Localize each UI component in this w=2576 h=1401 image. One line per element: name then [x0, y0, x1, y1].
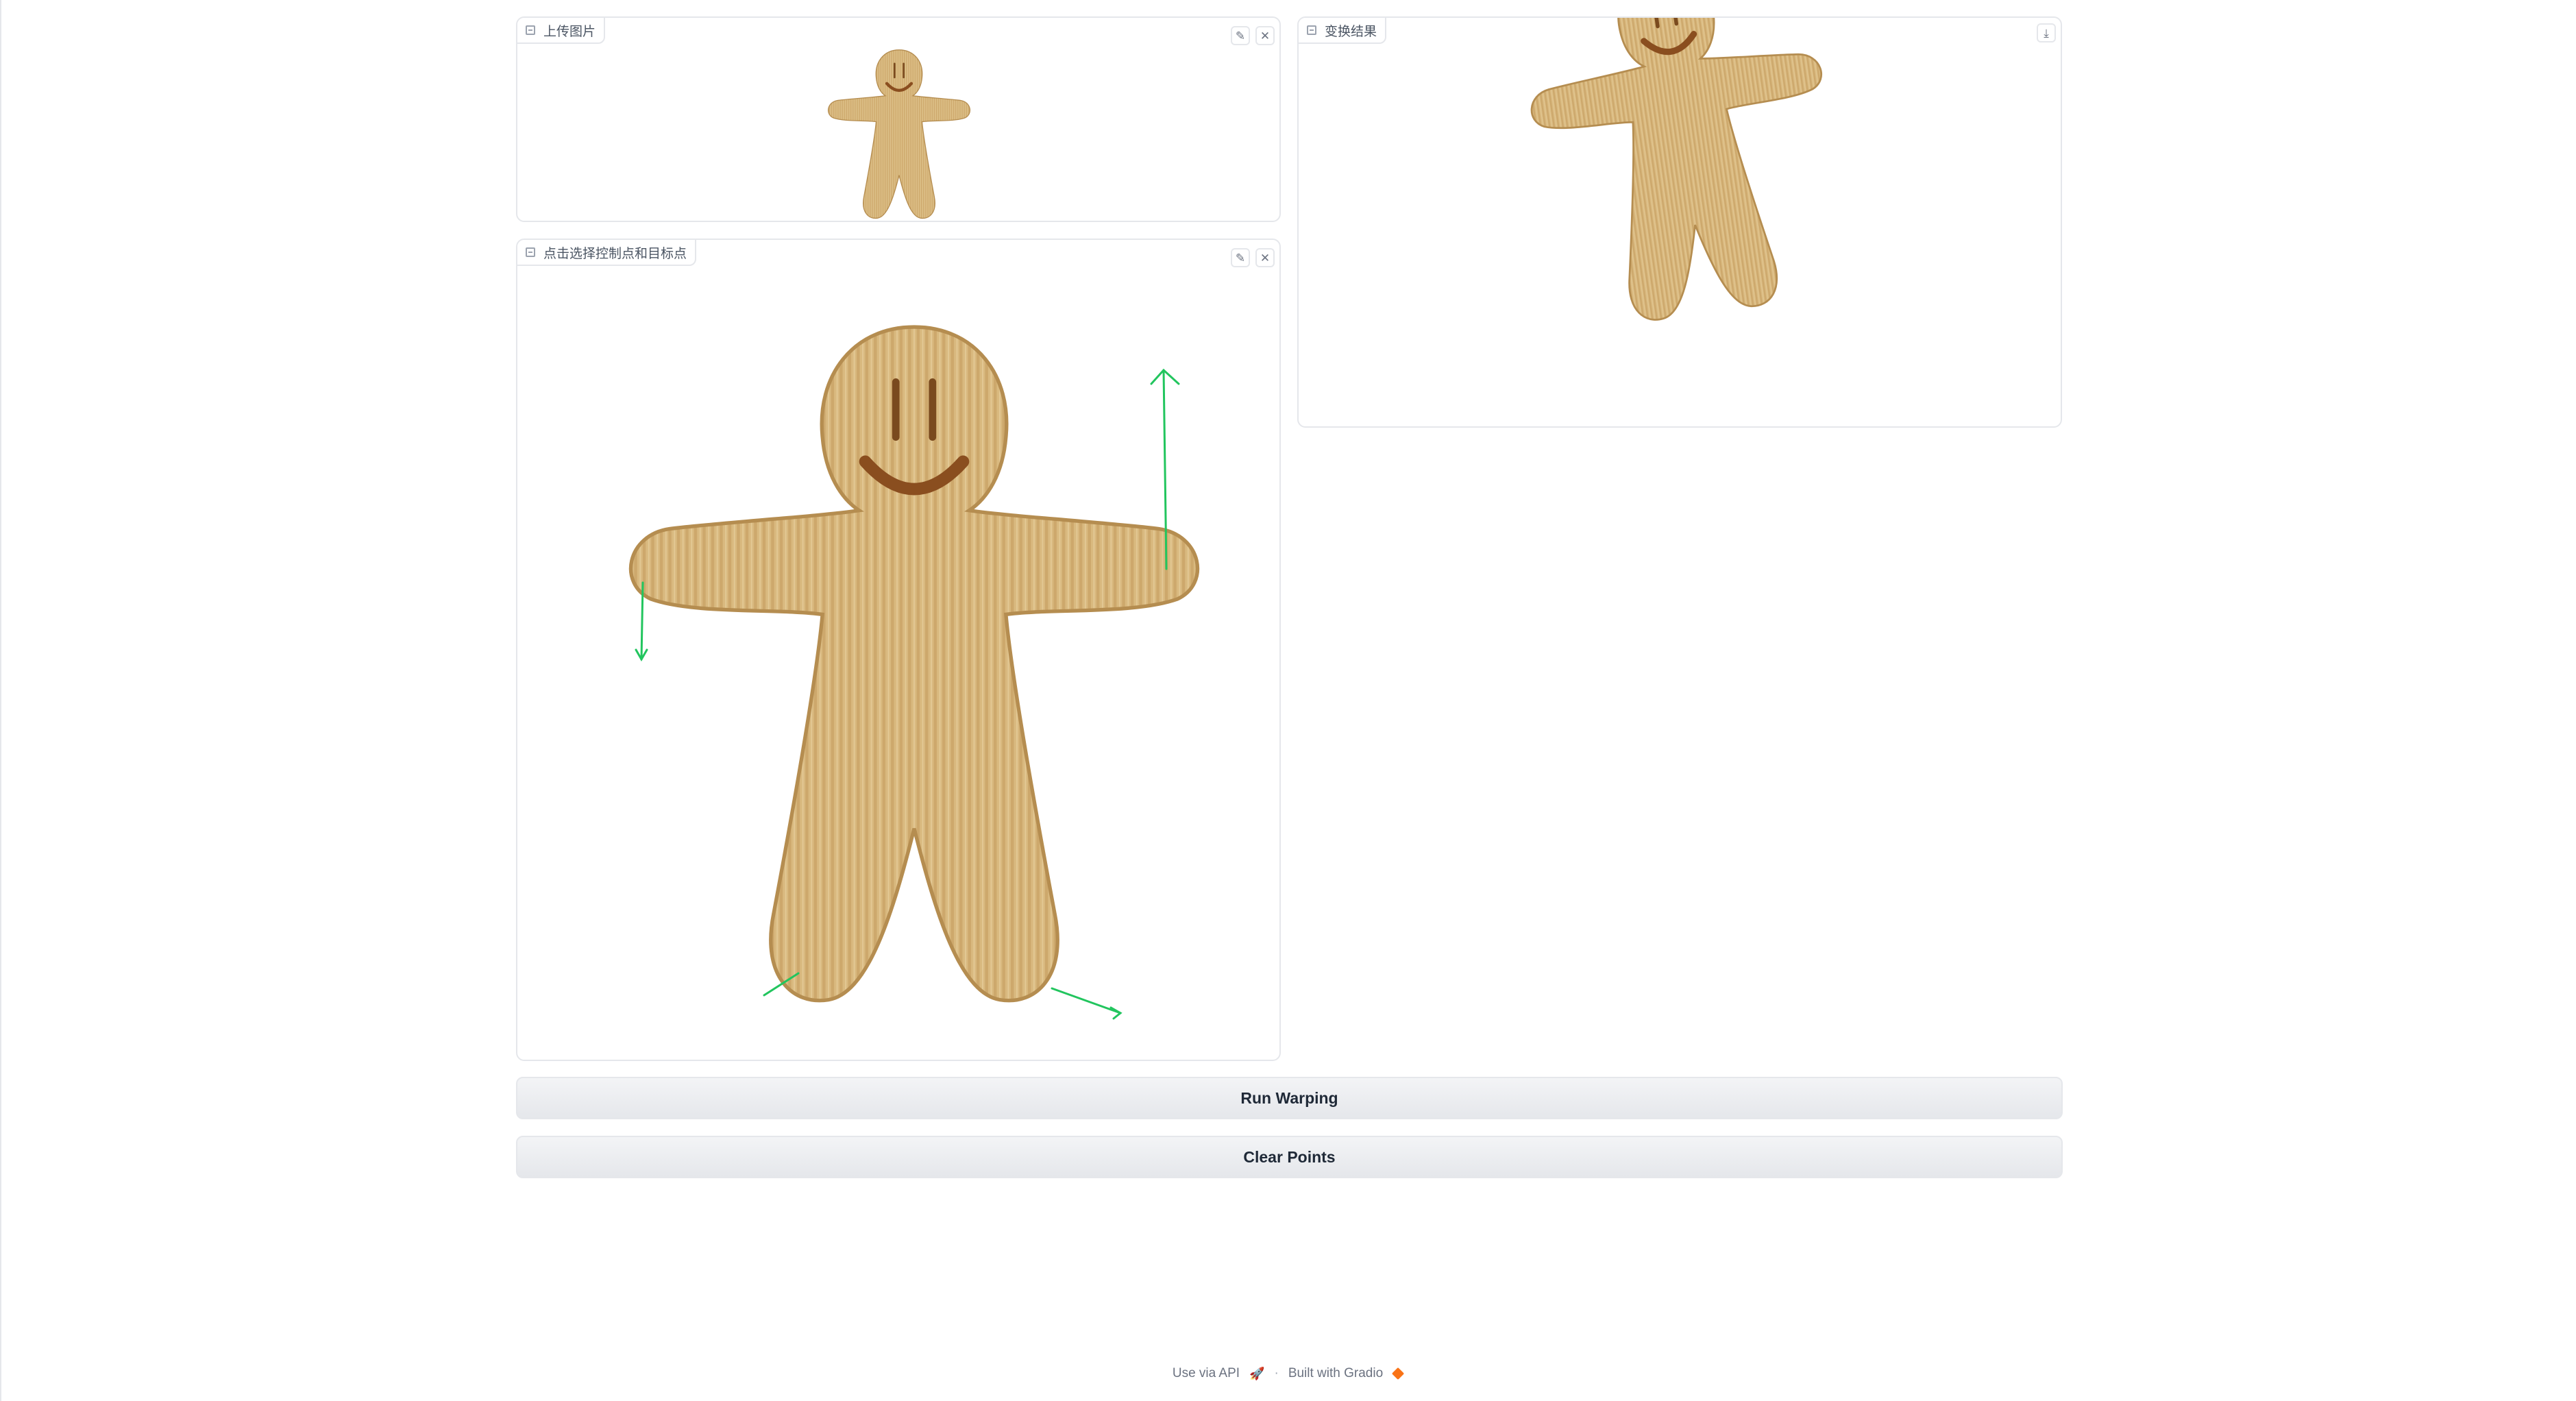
image-icon — [526, 247, 535, 257]
result-panel-title: 变换结果 — [1325, 24, 1377, 39]
warp-result-panel: 变换结果 ⤓ — [1297, 16, 2062, 428]
control-point-arrows — [635, 368, 1180, 1020]
download-icon[interactable]: ⤓ — [2037, 23, 2056, 42]
close-icon[interactable]: ✕ — [1255, 26, 1275, 45]
window-edge — [0, 0, 1, 1401]
run-warping-button[interactable]: Run Warping — [516, 1077, 2063, 1119]
rocket-icon: 🚀 — [1249, 1366, 1265, 1380]
result-panel-label: 变换结果 — [1299, 18, 1387, 44]
image-icon — [526, 25, 535, 35]
built-with-gradio-link[interactable]: Built with Gradio — [1288, 1366, 1383, 1381]
pencil-icon[interactable]: ✎ — [1231, 26, 1250, 45]
upload-panel-label: 上传图片 — [517, 18, 606, 44]
points-panel-title: 点击选择控制点和目标点 — [543, 246, 687, 261]
points-panel-label: 点击选择控制点和目标点 — [517, 240, 697, 266]
footer-separator: · — [1274, 1366, 1279, 1380]
use-via-api-link[interactable]: Use via API — [1173, 1366, 1240, 1381]
pencil-icon[interactable]: ✎ — [1231, 248, 1250, 267]
close-icon[interactable]: ✕ — [1255, 248, 1275, 267]
uploaded-image — [517, 18, 1279, 221]
control-points-panel[interactable]: 点击选择控制点和目标点 ✎ ✕ — [516, 239, 1281, 1061]
footer: Use via API 🚀 · Built with Gradio — [0, 1366, 2576, 1381]
clear-points-button[interactable]: Clear Points — [516, 1136, 2063, 1178]
point-selection-canvas[interactable] — [517, 240, 1279, 1060]
image-icon — [1307, 25, 1316, 35]
gradio-logo-icon — [1392, 1367, 1405, 1380]
upload-panel-title: 上传图片 — [543, 24, 596, 39]
upload-image-panel[interactable]: 上传图片 ✎ ✕ — [516, 16, 1281, 222]
warped-image — [1299, 18, 2061, 426]
